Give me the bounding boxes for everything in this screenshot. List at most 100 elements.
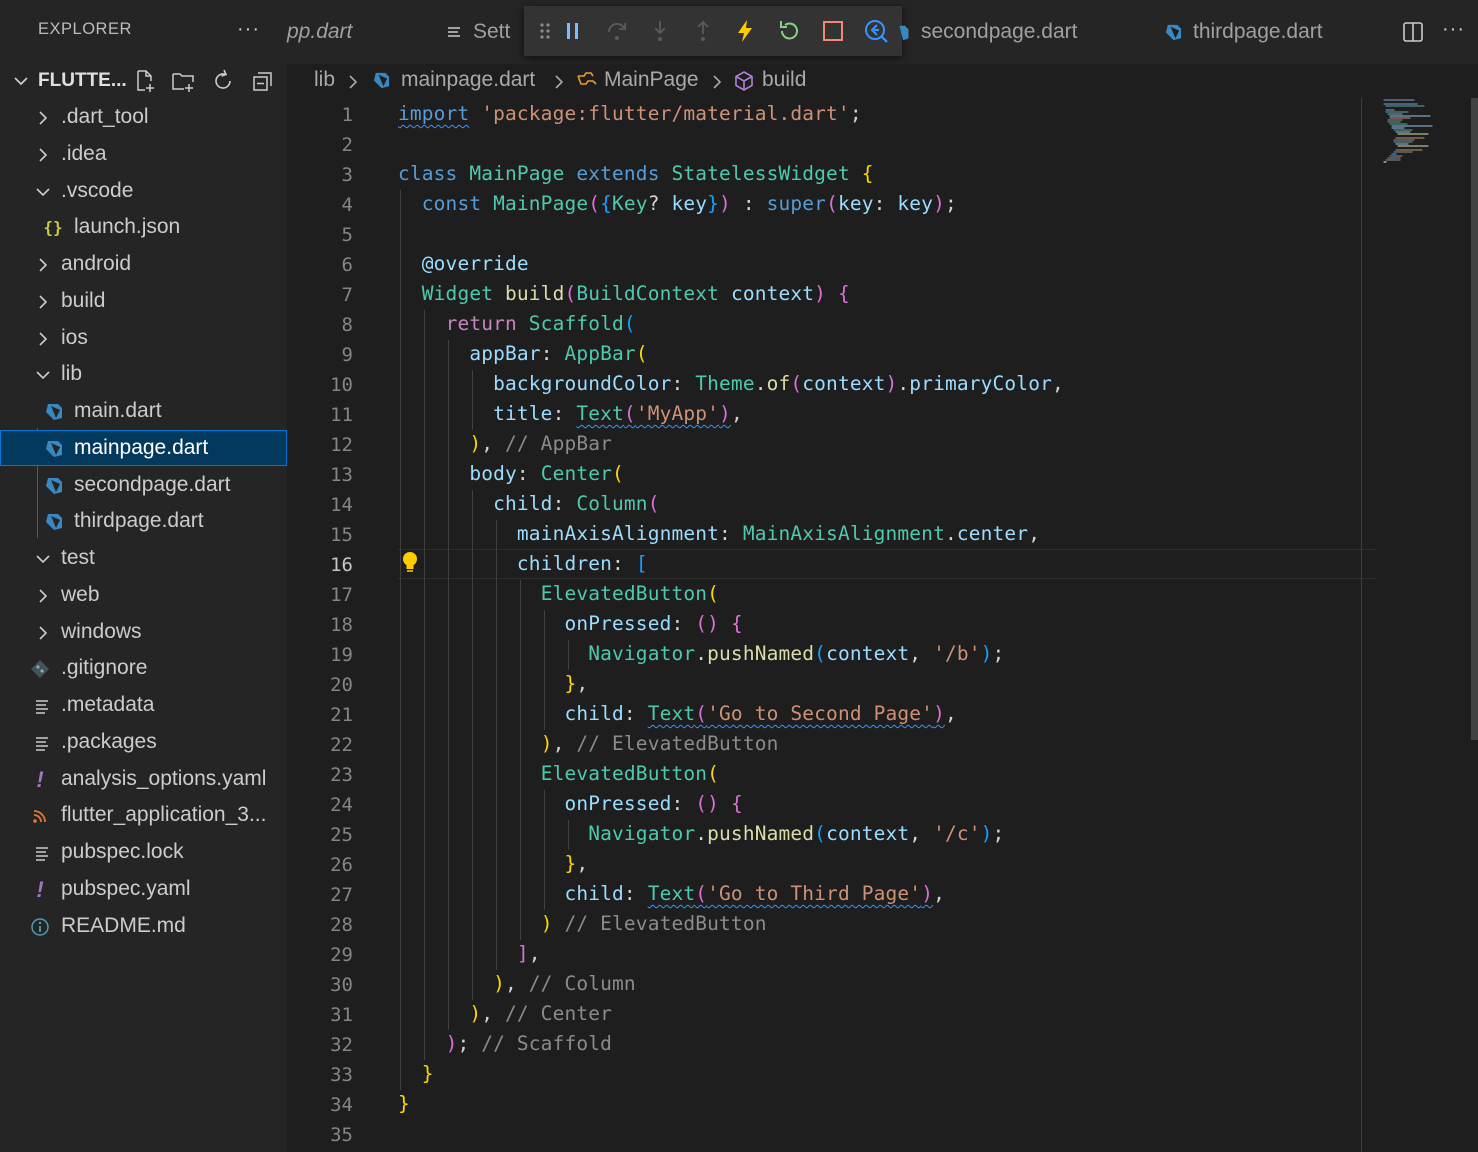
code-line[interactable]: }, bbox=[398, 852, 588, 875]
code-line[interactable]: child: Text('Go to Third Page'), bbox=[398, 882, 945, 905]
tree-item-label: test bbox=[61, 546, 95, 569]
code-line[interactable]: onPressed: () { bbox=[398, 792, 743, 815]
code-line[interactable]: Navigator.pushNamed(context, '/c'); bbox=[398, 822, 1004, 845]
code-line[interactable]: child: Text('Go to Second Page'), bbox=[398, 702, 957, 725]
lightbulb-icon[interactable] bbox=[400, 550, 420, 576]
vertical-scrollbar[interactable] bbox=[1471, 98, 1478, 740]
tab-thirdpage-dart[interactable]: thirdpage.dart bbox=[1140, 0, 1370, 64]
code-line[interactable]: ), // ElevatedButton bbox=[398, 732, 779, 755]
code-line[interactable]: mainAxisAlignment: MainAxisAlignment.cen… bbox=[398, 522, 1040, 545]
tree-item[interactable]: .dart_tool bbox=[0, 99, 287, 135]
flutter-devtools-icon[interactable] bbox=[863, 18, 889, 44]
tree-item[interactable]: mainpage.dart bbox=[0, 429, 287, 466]
code-line[interactable]: backgroundColor: Theme.of(context).prima… bbox=[398, 372, 1064, 395]
line-number: 31 bbox=[330, 1004, 353, 1026]
code-line[interactable]: const MainPage({Key? key}) : super(key: … bbox=[398, 192, 957, 215]
tree-item[interactable]: ! analysis_options.yaml bbox=[0, 761, 287, 797]
code-line[interactable]: @override bbox=[398, 252, 529, 275]
tree-item[interactable]: README.md bbox=[0, 908, 287, 944]
breadcrumb-method[interactable]: build bbox=[762, 68, 806, 92]
tree-item[interactable]: thirdpage.dart bbox=[0, 503, 287, 539]
dart-file-icon bbox=[46, 514, 62, 531]
restart-icon[interactable] bbox=[776, 18, 802, 44]
dart-file-icon bbox=[373, 72, 390, 89]
tree-item[interactable]: .metadata bbox=[0, 687, 287, 723]
tree-item[interactable]: ios bbox=[0, 320, 287, 356]
code-line[interactable]: ), // AppBar bbox=[398, 432, 612, 455]
code-line[interactable]: ), // Center bbox=[398, 1002, 612, 1025]
code-line[interactable]: ); // Scaffold bbox=[398, 1032, 612, 1055]
code-line[interactable]: }, bbox=[398, 672, 588, 695]
code-line[interactable]: } bbox=[398, 1062, 434, 1085]
more-actions-icon[interactable]: ··· bbox=[1442, 18, 1465, 41]
method-icon bbox=[735, 71, 753, 91]
chevron-right-icon bbox=[39, 258, 48, 272]
collapse-all-icon[interactable] bbox=[251, 69, 275, 93]
refresh-icon[interactable] bbox=[211, 69, 235, 93]
breadcrumb-class[interactable]: MainPage bbox=[604, 68, 699, 92]
code-line[interactable]: ) // ElevatedButton bbox=[398, 912, 767, 935]
tree-item[interactable]: .vscode bbox=[0, 173, 287, 209]
tab-secondpage-dart[interactable]: secondpage.dart bbox=[890, 0, 1140, 64]
tree-item[interactable]: windows bbox=[0, 614, 287, 650]
tree-item[interactable]: web bbox=[0, 577, 287, 613]
tree-item[interactable]: flutter_application_3... bbox=[0, 797, 287, 833]
code-line[interactable]: onPressed: () { bbox=[398, 612, 743, 635]
tree-item[interactable]: .idea bbox=[0, 136, 287, 172]
code-line[interactable]: children: [ bbox=[398, 552, 648, 575]
tree-item[interactable]: ! pubspec.yaml bbox=[0, 871, 287, 907]
hot-reload-icon[interactable] bbox=[732, 18, 758, 44]
breadcrumb-file[interactable]: mainpage.dart bbox=[401, 68, 535, 92]
tree-item[interactable]: pubspec.lock bbox=[0, 834, 287, 870]
dart-file-icon bbox=[46, 440, 62, 457]
breadcrumb-lib[interactable]: lib bbox=[314, 68, 335, 92]
chevron-right-icon bbox=[39, 625, 48, 640]
step-into-icon[interactable] bbox=[647, 18, 673, 44]
yaml-file-icon: ! bbox=[36, 876, 44, 902]
new-file-icon[interactable] bbox=[133, 69, 157, 93]
code-line[interactable]: Navigator.pushNamed(context, '/b'); bbox=[398, 642, 1004, 665]
project-root-row[interactable]: FLUTTE... bbox=[0, 62, 287, 98]
stop-icon[interactable] bbox=[820, 18, 846, 44]
new-folder-icon[interactable] bbox=[171, 69, 195, 93]
tree-item[interactable]: {} launch.json bbox=[0, 209, 287, 245]
code-editor[interactable]: 1 2 3 4 5 6 7 8 9 10 11 12 13 14 15 16 17 18 19 20 21 22 23 24 2… bbox=[287, 98, 1478, 1152]
line-number: 15 bbox=[330, 524, 353, 546]
tree-item[interactable]: test bbox=[0, 540, 287, 576]
step-out-icon[interactable] bbox=[690, 18, 716, 44]
drag-handle-icon[interactable] bbox=[532, 18, 558, 44]
tree-item[interactable]: .packages bbox=[0, 724, 287, 760]
explorer-more-button[interactable]: ··· bbox=[237, 18, 260, 41]
tree-item[interactable]: lib bbox=[0, 356, 287, 392]
code-line[interactable]: class MainPage extends StatelessWidget { bbox=[398, 162, 874, 185]
code-line[interactable]: appBar: AppBar( bbox=[398, 342, 648, 365]
code-line[interactable]: ], bbox=[398, 942, 541, 965]
chevron-down-icon bbox=[14, 77, 28, 86]
code-line[interactable]: child: Column( bbox=[398, 492, 660, 515]
pause-icon[interactable] bbox=[560, 18, 586, 44]
code-line[interactable]: import 'package:flutter/material.dart'; bbox=[398, 102, 862, 125]
tree-item[interactable]: build bbox=[0, 283, 287, 319]
line-number: 12 bbox=[330, 434, 353, 456]
tree-item-label: README.md bbox=[61, 913, 186, 937]
code-line[interactable]: ElevatedButton( bbox=[398, 762, 719, 785]
code-line[interactable]: } bbox=[398, 1092, 410, 1115]
code-line[interactable]: ), // Column bbox=[398, 972, 636, 995]
minimap[interactable] bbox=[1362, 98, 1472, 178]
step-over-icon[interactable] bbox=[604, 18, 630, 44]
info-icon bbox=[31, 917, 49, 936]
tree-item[interactable]: .gitignore bbox=[0, 650, 287, 686]
code-line[interactable]: body: Center( bbox=[398, 462, 624, 485]
line-number: 18 bbox=[330, 614, 353, 636]
tree-item[interactable]: android bbox=[0, 246, 287, 282]
tab-app-dart[interactable]: pp.dart bbox=[287, 0, 417, 64]
code-line[interactable]: title: Text('MyApp'), bbox=[398, 402, 743, 425]
tree-item[interactable]: main.dart bbox=[0, 393, 287, 429]
chevron-right-icon bbox=[713, 75, 722, 89]
code-line[interactable]: return Scaffold( bbox=[398, 312, 636, 335]
line-number: 16 bbox=[330, 554, 353, 576]
code-line[interactable]: Widget build(BuildContext context) { bbox=[398, 282, 850, 305]
tree-item[interactable]: secondpage.dart bbox=[0, 467, 287, 503]
code-line[interactable]: ElevatedButton( bbox=[398, 582, 719, 605]
split-editor-icon[interactable] bbox=[1402, 21, 1424, 43]
